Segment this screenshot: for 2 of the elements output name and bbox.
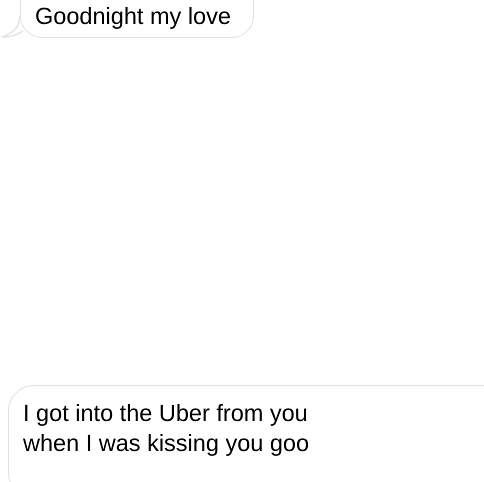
bubble-tail-icon [0,16,24,38]
message-bubble: I got into the Uber from you when I was kissing you goo [8,385,484,482]
